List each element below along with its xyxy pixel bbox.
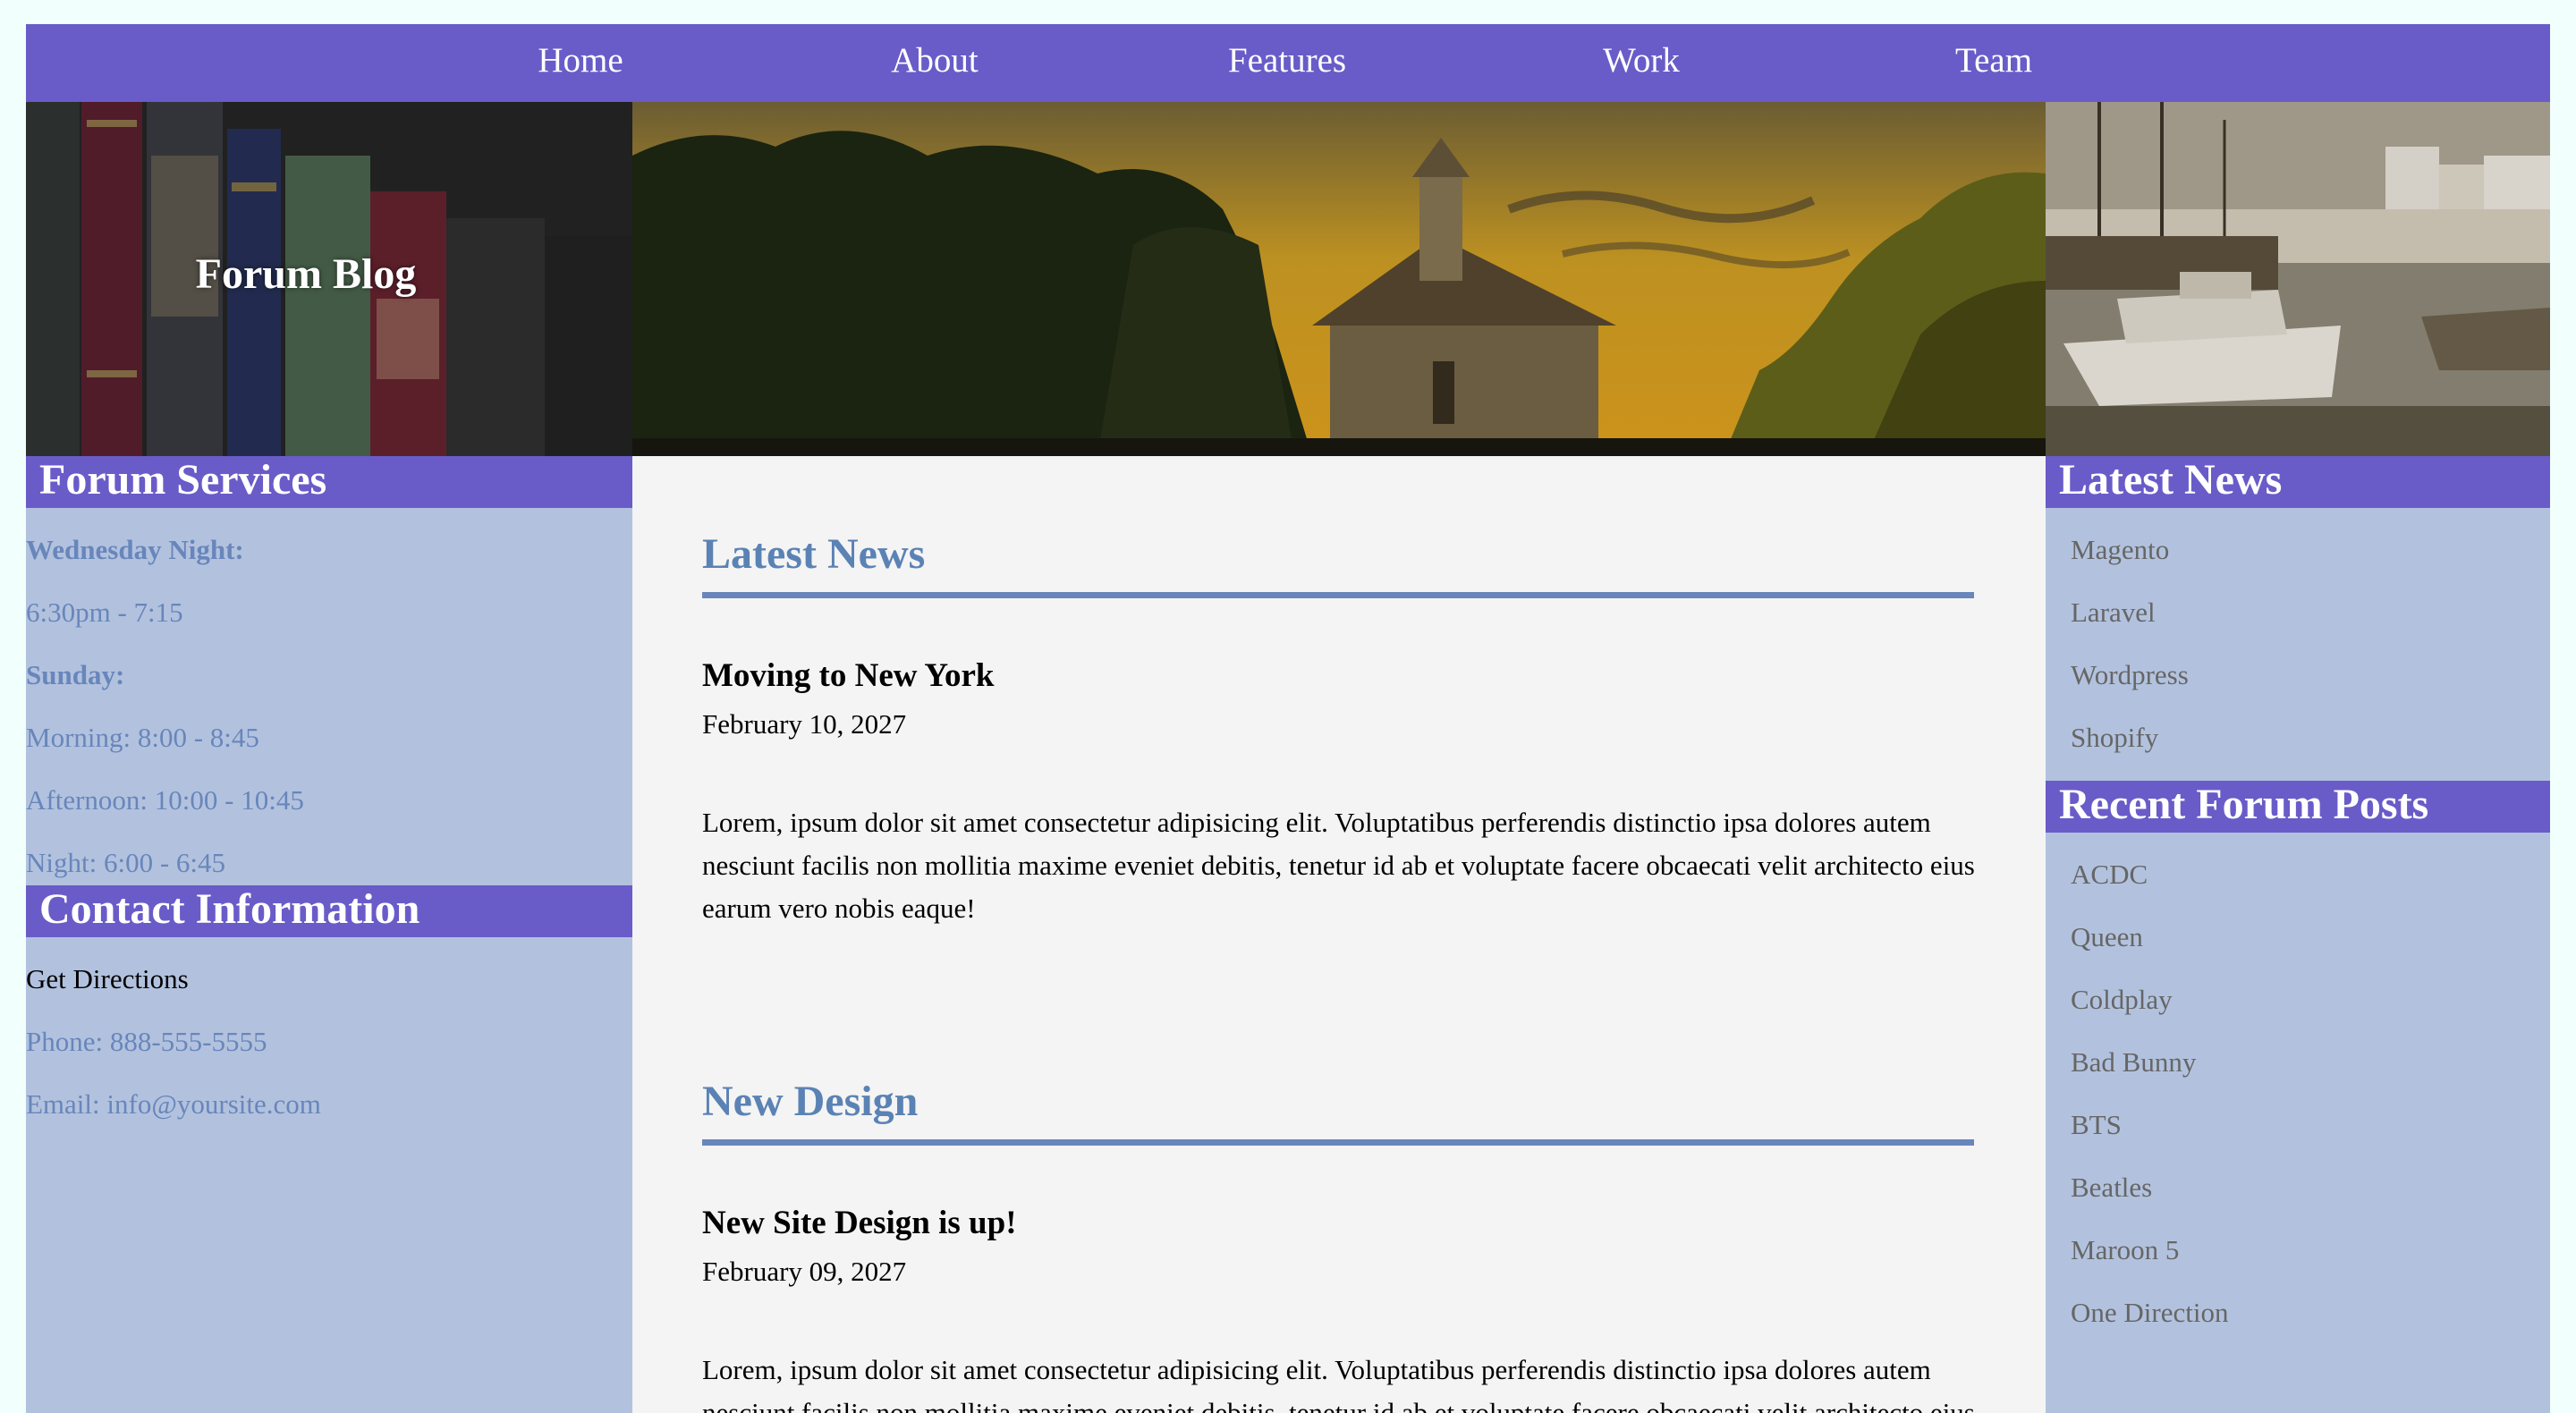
forum-post-link[interactable]: BTS [2071, 1109, 2122, 1141]
section-title: New Design [702, 1078, 919, 1125]
main-content: Latest News Moving to New York February … [632, 456, 2046, 1413]
post-date: February 09, 2027 [702, 1256, 907, 1287]
top-nav: Home About Features Work Team [26, 24, 2550, 102]
forum-post-link[interactable]: Coldplay [2071, 984, 2173, 1016]
banner-harbor-image [2046, 102, 2550, 456]
nav-team-link[interactable]: Team [1955, 24, 2032, 102]
right-sidebar: Latest News Magento Laravel Wordpress Sh… [2046, 456, 2550, 1413]
forum-services-heading: Forum Services [26, 456, 632, 508]
forum-post-link[interactable]: Beatles [2071, 1172, 2152, 1204]
harbor-illustration [2046, 102, 2550, 456]
forum-post-link[interactable]: One Direction [2071, 1297, 2228, 1329]
post-body: Lorem, ipsum dolor sit amet consectetur … [702, 807, 1975, 924]
service-time: 6:30pm - 7:15 [26, 597, 183, 628]
post-date: February 10, 2027 [702, 708, 907, 740]
post-heading: New Site Design is up! [702, 1205, 1017, 1241]
phone-number: Phone: 888-555-5555 [26, 1026, 267, 1057]
post-heading: Moving to New York [702, 657, 995, 694]
latest-news-heading: Latest News [2046, 456, 2550, 508]
service-day-label: Sunday: [26, 659, 125, 690]
site-title: Forum Blog [195, 250, 417, 298]
section-divider [702, 1139, 1974, 1146]
service-time: Afternoon: 10:00 - 10:45 [26, 784, 304, 816]
service-time: Morning: 8:00 - 8:45 [26, 722, 259, 753]
chapel-sunset-illustration [632, 102, 2046, 456]
nav-features-link[interactable]: Features [1228, 24, 1346, 102]
forum-post-link[interactable]: ACDC [2071, 859, 2148, 891]
nav-work-link[interactable]: Work [1603, 24, 1680, 102]
get-directions-link[interactable]: Get Directions [26, 963, 189, 995]
banner-chapel-image [632, 102, 2046, 456]
recent-forum-posts-heading: Recent Forum Posts [2046, 781, 2550, 833]
banner-books-image: Forum Blog [26, 102, 632, 456]
nav-about-link[interactable]: About [891, 24, 979, 102]
news-link-shopify[interactable]: Shopify [2071, 722, 2158, 754]
forum-post-link[interactable]: Maroon 5 [2071, 1234, 2179, 1266]
news-link-laravel[interactable]: Laravel [2071, 597, 2156, 629]
email-address: Email: info@yoursite.com [26, 1088, 321, 1120]
service-time: Night: 6:00 - 6:45 [26, 847, 226, 878]
service-day-label: Wednesday Night: [26, 534, 244, 565]
section-title: Latest News [702, 530, 926, 578]
nav-home-link[interactable]: Home [538, 24, 623, 102]
news-link-wordpress[interactable]: Wordpress [2071, 659, 2189, 691]
post-body: Lorem, ipsum dolor sit amet consectetur … [702, 1354, 1975, 1413]
forum-post-link[interactable]: Bad Bunny [2071, 1046, 2196, 1079]
contact-information-heading: Contact Information [26, 885, 632, 937]
news-link-magento[interactable]: Magento [2071, 534, 2169, 566]
forum-post-link[interactable]: Queen [2071, 921, 2143, 953]
section-divider [702, 592, 1974, 598]
left-sidebar: Forum Services Wednesday Night: 6:30pm -… [26, 456, 632, 1413]
